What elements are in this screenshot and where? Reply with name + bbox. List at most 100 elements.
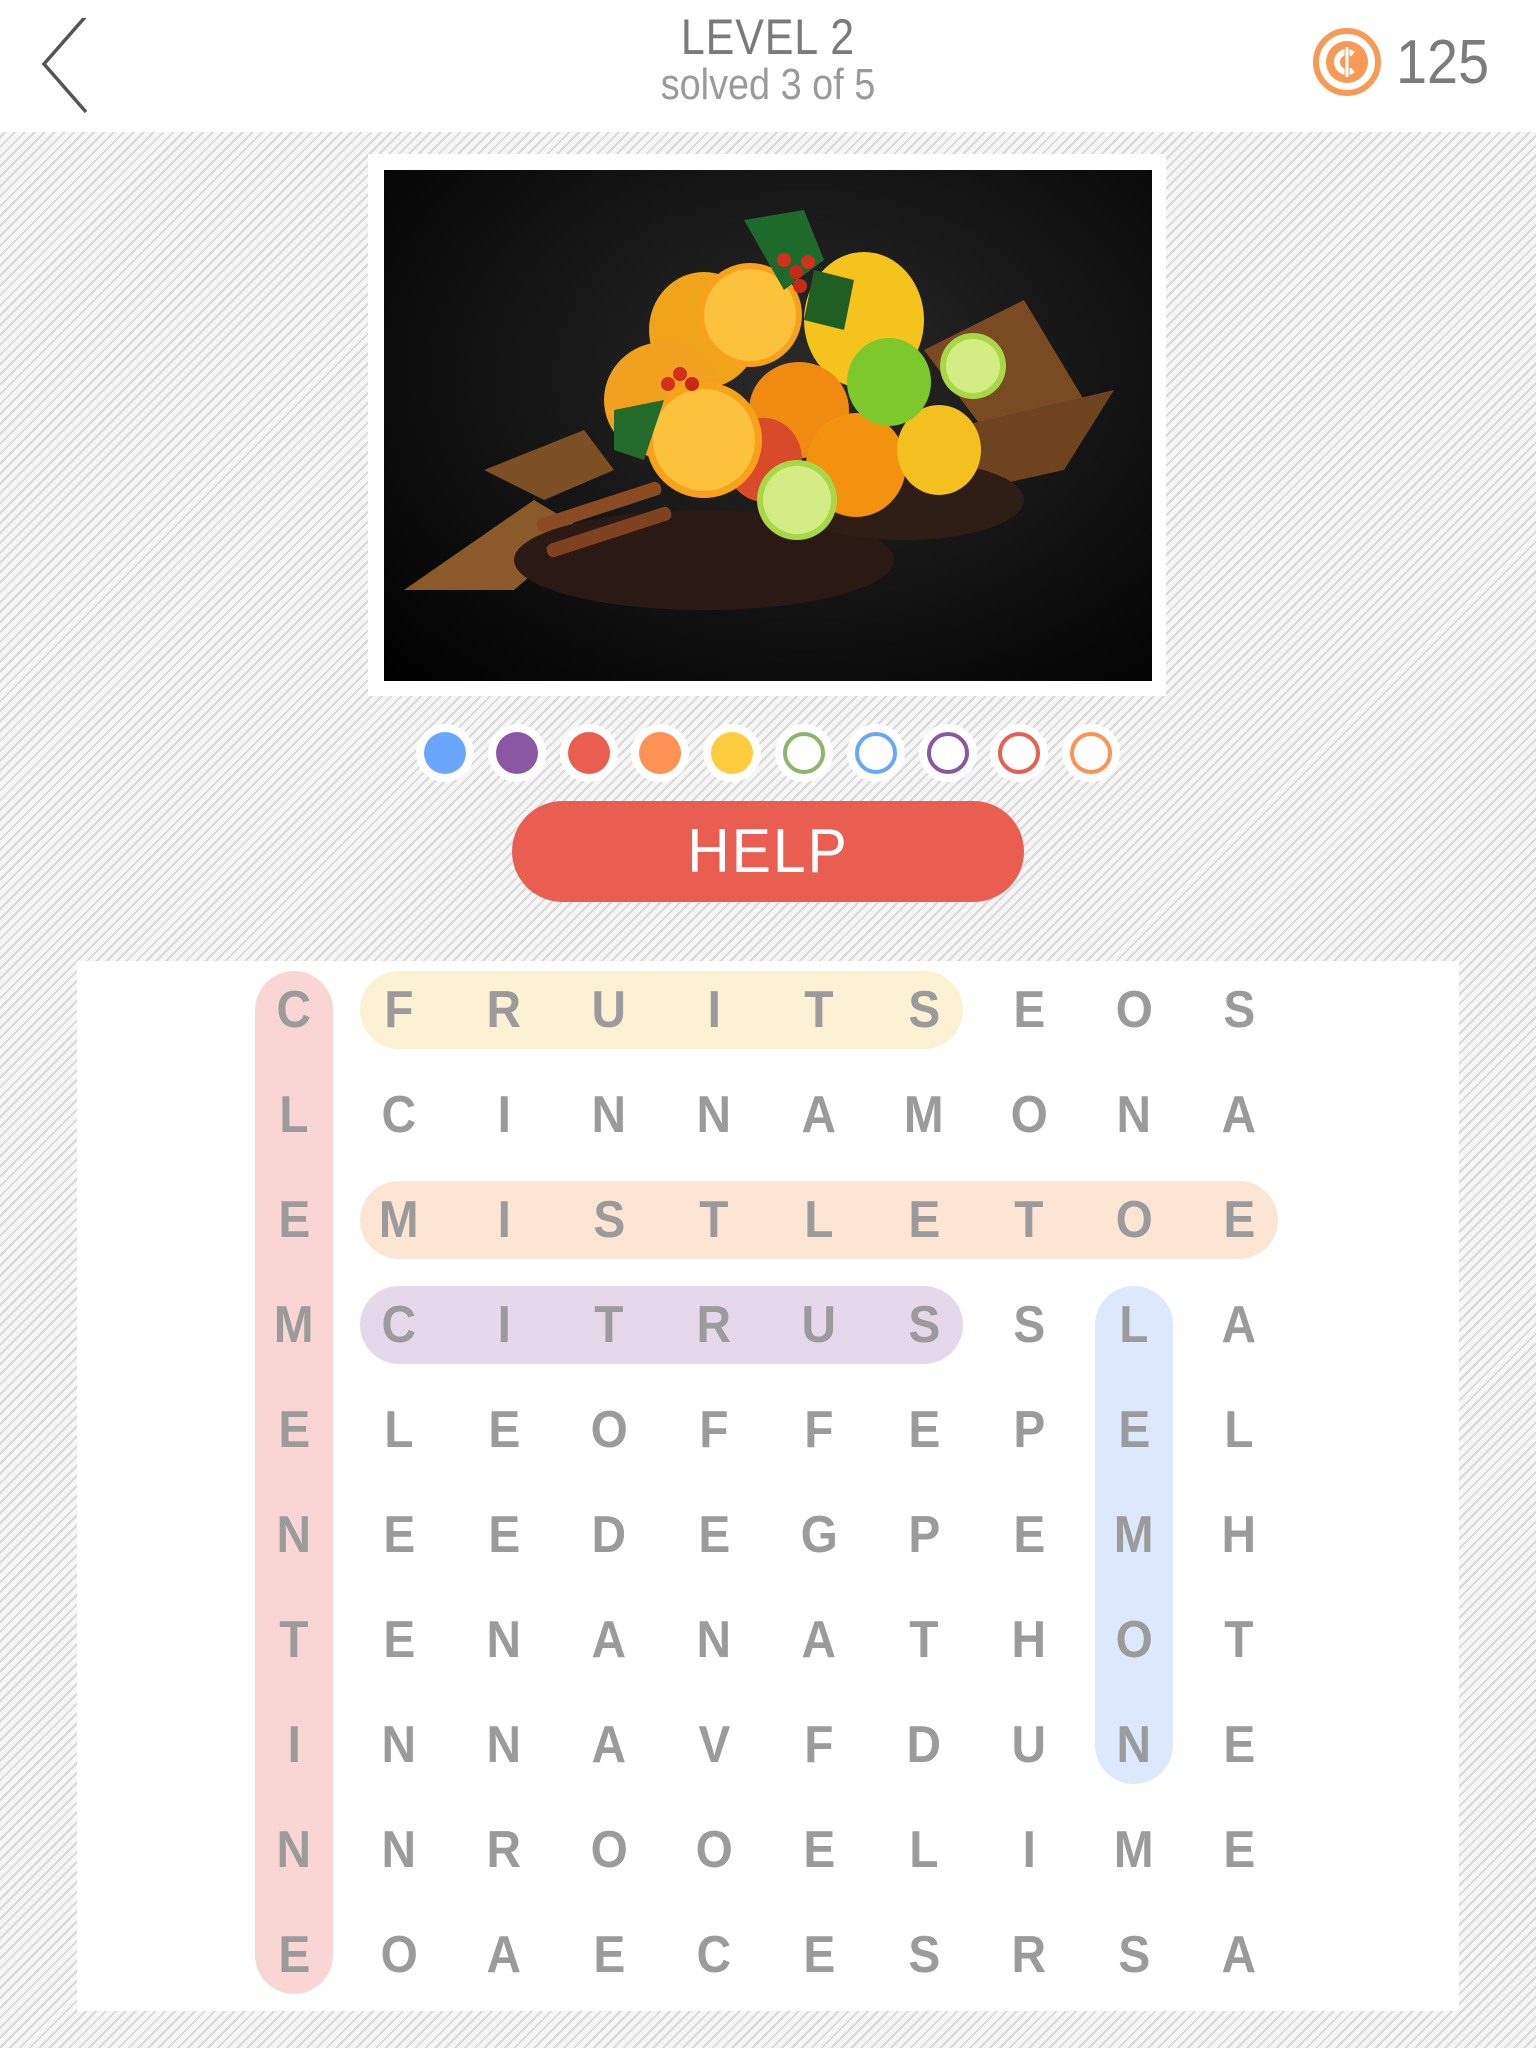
grid-cell[interactable]: T xyxy=(664,1170,764,1270)
grid-cell[interactable]: F xyxy=(769,1695,869,1795)
grid-cell[interactable]: A xyxy=(559,1695,659,1795)
grid-cell[interactable]: N xyxy=(454,1590,554,1690)
grid-cell[interactable]: E xyxy=(979,960,1079,1060)
grid-cell[interactable]: L xyxy=(1084,1275,1184,1375)
grid-cell[interactable]: N xyxy=(1084,1065,1184,1165)
back-button[interactable] xyxy=(38,14,98,114)
grid-cell[interactable]: E xyxy=(244,1380,344,1480)
grid-cell[interactable]: E xyxy=(454,1485,554,1585)
grid-cell[interactable]: S xyxy=(874,1275,974,1375)
grid-cell[interactable]: C xyxy=(664,1905,764,2005)
grid-cell[interactable]: O xyxy=(979,1065,1079,1165)
grid-cell[interactable]: T xyxy=(979,1170,1079,1270)
grid-cell[interactable]: I xyxy=(454,1275,554,1375)
grid-cell[interactable]: N xyxy=(244,1800,344,1900)
grid-cell[interactable]: L xyxy=(769,1170,869,1270)
grid-cell[interactable]: E xyxy=(244,1170,344,1270)
grid-cell[interactable]: M xyxy=(1084,1485,1184,1585)
grid-cell[interactable]: E xyxy=(349,1590,449,1690)
grid-cell[interactable]: I xyxy=(454,1170,554,1270)
grid-cell[interactable]: E xyxy=(979,1485,1079,1585)
grid-cell[interactable]: T xyxy=(769,960,869,1060)
grid-cell[interactable]: O xyxy=(559,1800,659,1900)
grid-cell[interactable]: T xyxy=(244,1590,344,1690)
grid-cell[interactable]: G xyxy=(769,1485,869,1585)
grid-cell[interactable]: S xyxy=(874,1905,974,2005)
grid-cell[interactable]: N xyxy=(559,1065,659,1165)
grid-cell[interactable]: S xyxy=(874,960,974,1060)
grid-cell[interactable]: E xyxy=(244,1905,344,2005)
grid-cell[interactable]: E xyxy=(874,1380,974,1480)
grid-cell[interactable]: E xyxy=(769,1800,869,1900)
grid-cell[interactable]: E xyxy=(349,1485,449,1585)
grid-cell[interactable]: N xyxy=(244,1485,344,1585)
grid-cell[interactable]: P xyxy=(874,1485,974,1585)
grid-cell[interactable]: A xyxy=(769,1590,869,1690)
grid-cell[interactable]: I xyxy=(979,1800,1079,1900)
grid-cell[interactable]: N xyxy=(664,1065,764,1165)
coin-balance[interactable]: 125 xyxy=(1312,26,1499,98)
grid-cell[interactable]: F xyxy=(769,1380,869,1480)
grid-cell[interactable]: S xyxy=(1084,1905,1184,2005)
grid-cell[interactable]: M xyxy=(349,1170,449,1270)
grid-cell[interactable]: U xyxy=(769,1275,869,1375)
grid-cell[interactable]: O xyxy=(559,1380,659,1480)
grid-cell[interactable]: V xyxy=(664,1695,764,1795)
grid-cell[interactable]: T xyxy=(559,1275,659,1375)
grid-cell[interactable]: I xyxy=(454,1065,554,1165)
grid-cell[interactable]: O xyxy=(1084,960,1184,1060)
grid-cell[interactable]: D xyxy=(559,1485,659,1585)
grid-cell[interactable]: A xyxy=(559,1590,659,1690)
grid-cell[interactable]: N xyxy=(349,1800,449,1900)
grid-cell[interactable]: E xyxy=(769,1905,869,2005)
grid-cell[interactable]: L xyxy=(874,1800,974,1900)
grid-cell[interactable]: R xyxy=(979,1905,1079,2005)
grid-cell[interactable]: R xyxy=(454,1800,554,1900)
grid-cell[interactable]: R xyxy=(664,1275,764,1375)
grid-cell[interactable]: U xyxy=(559,960,659,1060)
grid-cell[interactable]: E xyxy=(1189,1695,1289,1795)
grid-cell[interactable]: S xyxy=(1189,960,1289,1060)
grid-cell[interactable]: O xyxy=(1084,1590,1184,1690)
grid-cell[interactable]: C xyxy=(244,960,344,1060)
grid-cell[interactable]: T xyxy=(1189,1590,1289,1690)
grid-cell[interactable]: M xyxy=(244,1275,344,1375)
grid-cell[interactable]: A xyxy=(1189,1275,1289,1375)
grid-cell[interactable]: E xyxy=(874,1170,974,1270)
grid-cell[interactable]: D xyxy=(874,1695,974,1795)
grid-cell[interactable]: N xyxy=(1084,1695,1184,1795)
grid-cell[interactable]: L xyxy=(244,1065,344,1165)
grid-cell[interactable]: O xyxy=(349,1905,449,2005)
grid-cell[interactable]: E xyxy=(559,1905,659,2005)
grid-cell[interactable]: L xyxy=(349,1380,449,1480)
grid-cell[interactable]: N xyxy=(349,1695,449,1795)
grid-cell[interactable]: E xyxy=(454,1380,554,1480)
grid-cell[interactable]: C xyxy=(349,1065,449,1165)
grid-cell[interactable]: A xyxy=(1189,1905,1289,2005)
grid-cell[interactable]: M xyxy=(1084,1800,1184,1900)
grid-cell[interactable]: N xyxy=(664,1590,764,1690)
grid-cell[interactable]: T xyxy=(874,1590,974,1690)
grid-cell[interactable]: M xyxy=(874,1065,974,1165)
grid-cell[interactable]: C xyxy=(349,1275,449,1375)
grid-cell[interactable]: S xyxy=(979,1275,1079,1375)
grid-cell[interactable]: N xyxy=(454,1695,554,1795)
grid-cell[interactable]: E xyxy=(1084,1380,1184,1480)
grid-cell[interactable]: O xyxy=(1084,1170,1184,1270)
grid-cell[interactable]: I xyxy=(664,960,764,1060)
grid-cell[interactable]: P xyxy=(979,1380,1079,1480)
word-search-grid[interactable]: CFRUITSEOSLCINNAMONAEMISTLETOEMCITRUSSLA… xyxy=(77,961,1459,2011)
grid-cell[interactable]: E xyxy=(664,1485,764,1585)
grid-cell[interactable]: O xyxy=(664,1800,764,1900)
grid-cell[interactable]: S xyxy=(559,1170,659,1270)
grid-cell[interactable]: F xyxy=(664,1380,764,1480)
grid-cell[interactable]: E xyxy=(1189,1800,1289,1900)
grid-cell[interactable]: A xyxy=(1189,1065,1289,1165)
grid-cell[interactable]: E xyxy=(1189,1170,1289,1270)
grid-cell[interactable]: A xyxy=(769,1065,869,1165)
grid-cell[interactable]: R xyxy=(454,960,554,1060)
grid-cell[interactable]: L xyxy=(1189,1380,1289,1480)
grid-cell[interactable]: H xyxy=(979,1590,1079,1690)
grid-cell[interactable]: H xyxy=(1189,1485,1289,1585)
grid-cell[interactable]: F xyxy=(349,960,449,1060)
